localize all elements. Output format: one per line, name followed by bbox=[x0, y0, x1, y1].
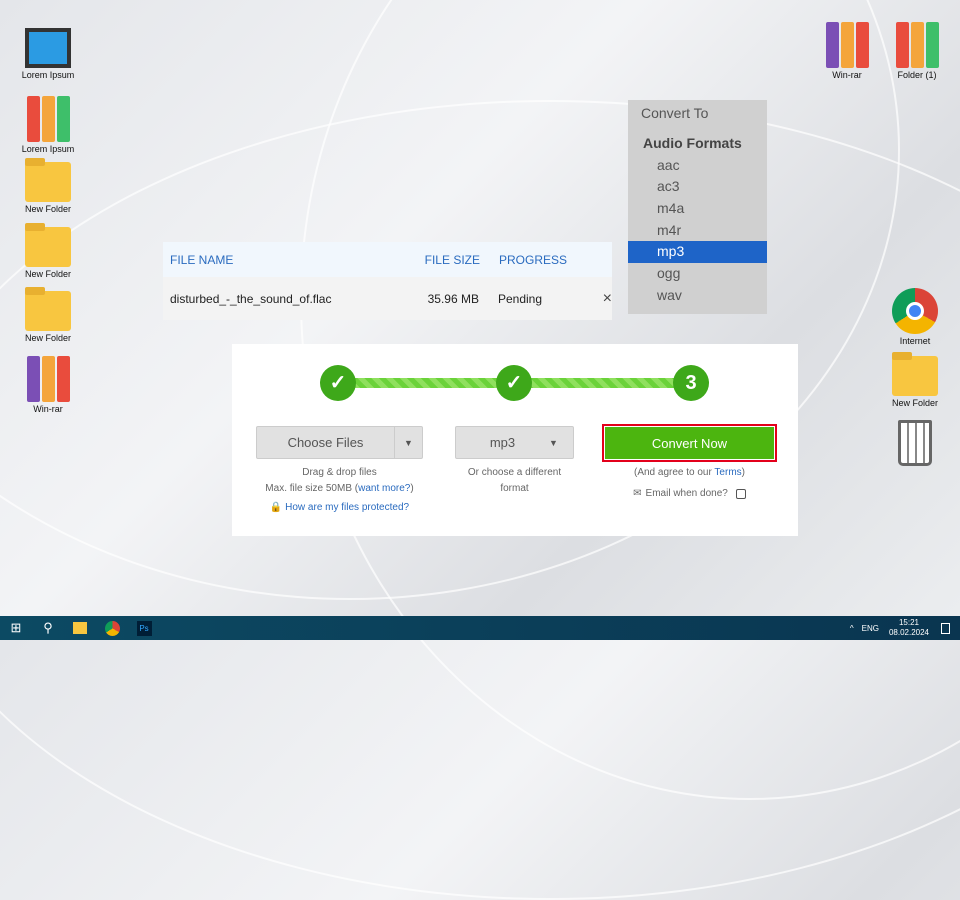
menu-title: Convert To bbox=[641, 105, 709, 121]
progress-bar-2 bbox=[512, 378, 682, 388]
step-2-check-icon: ✓ bbox=[496, 365, 532, 401]
menu-option-m4a[interactable]: m4a bbox=[628, 198, 767, 220]
choose-files-button[interactable]: Choose Files ▼ bbox=[256, 426, 423, 459]
desktop-icon-binders[interactable]: Lorem Ipsum bbox=[13, 96, 83, 154]
lock-icon: 🔒 bbox=[269, 502, 283, 513]
icon-label: Folder (1) bbox=[897, 70, 937, 80]
files-protected-link[interactable]: How are my files protected? bbox=[285, 502, 409, 513]
file-name: disturbed_-_the_sound_of.flac bbox=[170, 291, 332, 306]
desktop-icon-folder-3[interactable]: New Folder bbox=[13, 287, 83, 343]
date: 08.02.2024 bbox=[888, 628, 929, 637]
paren: ) bbox=[741, 467, 745, 478]
email-label: Email when done? bbox=[645, 488, 728, 499]
max-size-hint: Max. file size 50MB ( bbox=[265, 483, 359, 494]
desktop-icon-folder-2[interactable]: New Folder bbox=[13, 223, 83, 279]
file-table: FILE NAME FILE SIZE PROGRESS disturbed_-… bbox=[163, 242, 612, 320]
desktop-icon-folder-1[interactable]: New Folder bbox=[13, 158, 83, 214]
format-dropdown-menu: Convert To Audio Formats aac ac3 m4a m4r… bbox=[628, 100, 767, 314]
desktop-icon-folder-binders[interactable]: Folder (1) bbox=[882, 22, 952, 80]
agree-label: (And agree to our bbox=[633, 467, 715, 478]
icon-label: New Folder bbox=[891, 398, 938, 408]
header-progress: PROGRESS bbox=[499, 252, 568, 267]
icon-label: New Folder bbox=[24, 204, 71, 214]
desktop-icon-winrar-2[interactable]: Win-rar bbox=[812, 22, 882, 80]
header-file-name: FILE NAME bbox=[170, 252, 234, 267]
menu-option-ogg[interactable]: ogg bbox=[628, 263, 767, 285]
folder-icon bbox=[892, 352, 938, 396]
menu-group-audio: Audio Formats bbox=[643, 135, 742, 151]
file-progress: Pending bbox=[497, 291, 543, 306]
language-indicator[interactable]: ENG bbox=[862, 624, 879, 633]
step-1-check-icon: ✓ bbox=[320, 365, 356, 401]
want-more-link[interactable]: want more? bbox=[358, 483, 410, 494]
menu-option-aac[interactable]: aac bbox=[628, 155, 767, 177]
start-button[interactable]: ⊞ bbox=[0, 616, 32, 640]
photoshop-icon[interactable]: Ps bbox=[128, 616, 160, 640]
progress-bar-1 bbox=[332, 378, 502, 388]
header-file-size: FILE SIZE bbox=[424, 252, 480, 267]
desktop-icon-internet[interactable]: Internet bbox=[880, 288, 950, 346]
folder-icon bbox=[25, 223, 71, 267]
choose-hint: Drag & drop files Max. file size 50MB (w… bbox=[256, 465, 423, 516]
table-header: FILE NAME FILE SIZE PROGRESS bbox=[163, 242, 612, 277]
binders-icon bbox=[25, 96, 71, 142]
clock[interactable]: 15:21 08.02.2024 bbox=[889, 618, 929, 638]
winrar-icon bbox=[25, 356, 71, 402]
agree-text: (And agree to our Terms) bbox=[602, 465, 777, 481]
winrar-icon bbox=[824, 22, 870, 68]
chrome-icon bbox=[892, 288, 938, 334]
icon-label: New Folder bbox=[24, 333, 71, 343]
menu-option-wav[interactable]: wav bbox=[628, 285, 767, 307]
format-value: mp3 bbox=[489, 435, 516, 450]
desktop-icon-folder-4[interactable]: New Folder bbox=[880, 352, 950, 408]
chrome-taskbar-icon[interactable] bbox=[96, 616, 128, 640]
desktop-icon-winrar[interactable]: Win-rar bbox=[13, 356, 83, 414]
icon-label: Lorem Ipsum bbox=[21, 70, 75, 80]
desktop-icon-computer[interactable]: Lorem Ipsum bbox=[13, 28, 83, 80]
folder-icon bbox=[25, 158, 71, 202]
search-icon[interactable]: ⚲ bbox=[32, 616, 64, 640]
format-select[interactable]: mp3 ▼ bbox=[455, 426, 574, 459]
convert-now-button[interactable]: Convert Now bbox=[605, 427, 774, 459]
chevron-down-icon[interactable]: ▼ bbox=[394, 427, 422, 458]
paren: ) bbox=[410, 483, 414, 494]
menu-option-ac3[interactable]: ac3 bbox=[628, 176, 767, 198]
envelope-icon: ✉ bbox=[633, 488, 642, 499]
drag-drop-hint: Drag & drop files bbox=[302, 467, 377, 478]
icon-label: Win-rar bbox=[33, 404, 63, 414]
recycle-bin-icon bbox=[898, 420, 932, 466]
chevron-up-icon[interactable]: ^ bbox=[850, 624, 854, 633]
file-size: 35.96 MB bbox=[427, 291, 479, 306]
email-checkbox[interactable] bbox=[735, 489, 746, 499]
binders-icon bbox=[894, 22, 940, 68]
menu-option-m4r[interactable]: m4r bbox=[628, 220, 767, 242]
step-3: 3 bbox=[673, 365, 709, 401]
file-explorer-icon[interactable] bbox=[64, 616, 96, 640]
computer-icon bbox=[25, 28, 71, 68]
converter-panel: ✓ ✓ 3 Choose Files ▼ Drag & drop files M… bbox=[232, 344, 798, 536]
table-row: disturbed_-_the_sound_of.flac 35.96 MB P… bbox=[163, 277, 612, 320]
choose-files-label: Choose Files bbox=[287, 435, 364, 450]
desktop-icon-recycle-bin[interactable] bbox=[880, 420, 950, 468]
time: 15:21 bbox=[898, 618, 919, 627]
format-hint: Or choose a different format bbox=[467, 467, 562, 494]
terms-link[interactable]: Terms bbox=[714, 467, 741, 478]
notification-icon[interactable] bbox=[941, 622, 950, 634]
remove-file-icon[interactable]: × bbox=[603, 290, 612, 308]
icon-label: New Folder bbox=[24, 269, 71, 279]
chevron-down-icon: ▼ bbox=[549, 437, 558, 448]
icon-label: Win-rar bbox=[832, 70, 862, 80]
icon-label: Internet bbox=[899, 336, 931, 346]
menu-option-mp3[interactable]: mp3 bbox=[628, 241, 767, 264]
folder-icon bbox=[25, 287, 71, 331]
taskbar: ⊞ ⚲ Ps ^ ENG 15:21 08.02.2024 bbox=[0, 616, 960, 640]
icon-label: Lorem Ipsum bbox=[21, 144, 75, 154]
